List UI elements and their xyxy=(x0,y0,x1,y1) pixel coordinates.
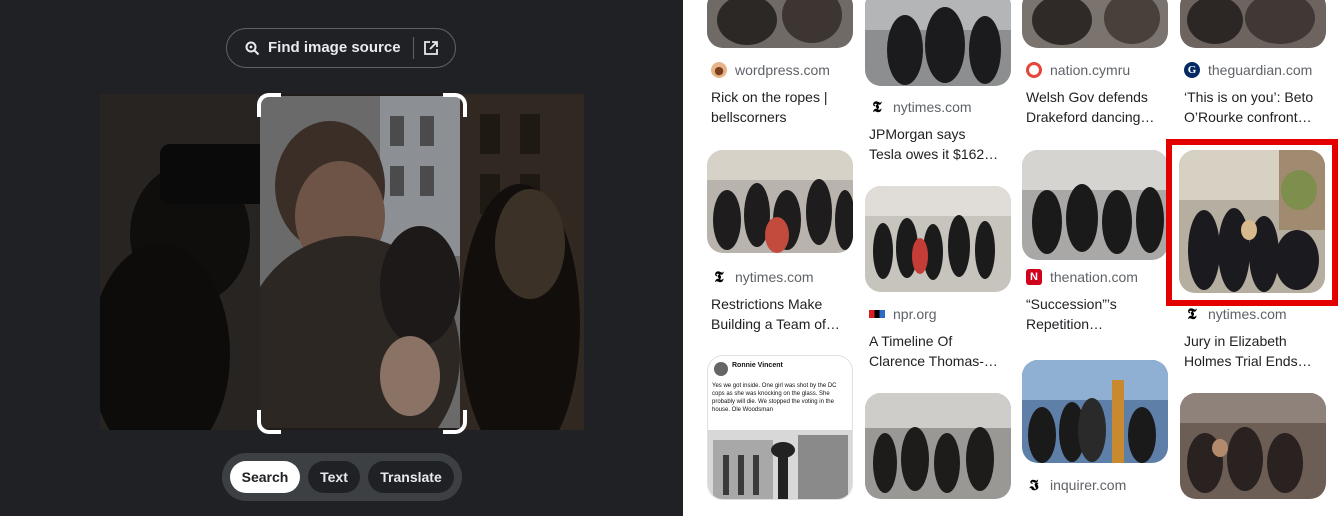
result-title[interactable]: “Succession”’s Repetition… xyxy=(1026,294,1174,334)
result-title[interactable]: A Timeline Of Clarence Thomas-… xyxy=(869,331,1017,371)
result-title[interactable]: Rick on the ropes | bellscorners xyxy=(711,87,859,127)
guardian-logo-icon: G xyxy=(1184,62,1200,78)
lens-panel: Find image source Search Text Translate xyxy=(0,0,683,516)
result-source[interactable]: 𝕴inquirer.com xyxy=(1026,476,1127,494)
crop-handle-top-right[interactable] xyxy=(443,93,467,117)
result-image xyxy=(865,0,1011,86)
nytimes-logo-icon: 𝕿 xyxy=(1187,305,1197,323)
divider xyxy=(413,37,414,59)
result-image xyxy=(1022,360,1168,463)
result-source-label: nation.cymru xyxy=(1050,62,1131,78)
find-image-source-button[interactable]: Find image source xyxy=(226,28,456,68)
result-thumbnail[interactable] xyxy=(707,150,853,253)
selected-region-art xyxy=(260,96,460,428)
result-image xyxy=(865,393,1011,499)
result-title[interactable]: ‘This is on you’: Beto O’Rourke confront… xyxy=(1184,87,1332,127)
result-image xyxy=(1022,150,1168,260)
nytimes-logo-icon: 𝕿 xyxy=(714,268,724,286)
wordpress-favicon-icon: ● xyxy=(711,62,727,78)
result-image xyxy=(1180,0,1326,48)
result-title-line: Drakeford dancing… xyxy=(1026,109,1155,125)
selected-region[interactable] xyxy=(260,96,460,428)
result-title-line: Clarence Thomas-… xyxy=(869,353,998,369)
result-image xyxy=(707,0,853,48)
result-thumbnail[interactable] xyxy=(1022,150,1168,260)
result-title-line: Restrictions Make xyxy=(711,296,823,312)
result-source-label: wordpress.com xyxy=(735,62,830,78)
selected-result-highlight xyxy=(1166,139,1338,306)
result-title[interactable]: Restrictions Make Building a Team of… xyxy=(711,294,859,334)
crop-handle-bottom-right[interactable] xyxy=(443,410,467,434)
crop-handle-top-left[interactable] xyxy=(257,93,281,117)
result-source-label: thenation.com xyxy=(1050,269,1138,285)
result-source[interactable]: ● wordpress.com xyxy=(711,62,830,78)
result-image xyxy=(707,150,853,253)
lens-search-icon xyxy=(245,41,260,56)
result-thumbnail[interactable]: Ronnie Vincent Yes we got inside. One gi… xyxy=(707,355,853,500)
nation-cymru-favicon-icon xyxy=(1026,62,1042,78)
tab-search-label: Search xyxy=(241,469,289,485)
result-source-label: theguardian.com xyxy=(1208,62,1313,78)
open-external-icon[interactable] xyxy=(423,40,439,56)
result-source-label: nytimes.com xyxy=(735,269,814,285)
result-thumbnail[interactable] xyxy=(1022,360,1168,463)
result-title-line: Building a Team of… xyxy=(711,316,840,332)
result-thumbnail[interactable] xyxy=(707,0,853,48)
result-source[interactable]: 𝕿nytimes.com xyxy=(1184,305,1287,323)
result-thumbnail[interactable] xyxy=(1180,393,1326,499)
result-title-line: JPMorgan says xyxy=(869,126,966,142)
result-thumbnail[interactable] xyxy=(865,393,1011,499)
result-title-line: ‘This is on you’: Beto xyxy=(1184,89,1314,105)
tab-search[interactable]: Search xyxy=(230,461,300,493)
result-title-line: Repetition… xyxy=(1026,316,1104,332)
result-source[interactable]: 𝕿nytimes.com xyxy=(869,98,972,116)
nytimes-logo-icon: 𝕿 xyxy=(872,98,882,116)
post-text: Yes we got inside. One girl was shot by … xyxy=(712,383,837,413)
result-title-line: Welsh Gov defends xyxy=(1026,89,1148,105)
result-title-line: A Timeline Of xyxy=(869,333,953,349)
npr-logo-icon xyxy=(869,310,885,318)
result-title-line: Jury in Elizabeth xyxy=(1184,333,1287,349)
result-source[interactable]: nation.cymru xyxy=(1026,62,1130,78)
post-photo xyxy=(708,430,852,499)
result-title[interactable]: JPMorgan says Tesla owes it $162… xyxy=(869,124,1017,164)
result-title-line: Tesla owes it $162… xyxy=(869,146,999,162)
result-thumbnail[interactable] xyxy=(865,186,1011,292)
tab-text[interactable]: Text xyxy=(308,461,360,493)
tab-translate[interactable]: Translate xyxy=(368,461,454,493)
result-source[interactable]: 𝕿nytimes.com xyxy=(711,268,814,286)
result-source-label: npr.org xyxy=(893,306,937,322)
result-image xyxy=(865,186,1011,292)
result-source-label: nytimes.com xyxy=(893,99,972,115)
tab-text-label: Text xyxy=(320,469,348,485)
result-title-line: “Succession”’s xyxy=(1026,296,1117,312)
result-source-label: inquirer.com xyxy=(1050,477,1127,493)
result-source-label: nytimes.com xyxy=(1208,306,1287,322)
result-title-line: O’Rourke confront… xyxy=(1184,109,1312,125)
result-title-line: Holmes Trial Ends… xyxy=(1184,353,1312,369)
lens-mode-tabs: Search Text Translate xyxy=(222,453,462,501)
thenation-logo-icon: N xyxy=(1026,269,1042,285)
result-source[interactable]: Nthenation.com xyxy=(1026,269,1138,285)
post-author: Ronnie Vincent xyxy=(732,362,783,369)
result-source[interactable]: Gtheguardian.com xyxy=(1184,62,1312,78)
tab-translate-label: Translate xyxy=(380,469,442,485)
result-title[interactable]: Jury in Elizabeth Holmes Trial Ends… xyxy=(1184,331,1332,371)
avatar xyxy=(714,362,728,376)
crop-handle-bottom-left[interactable] xyxy=(257,410,281,434)
result-source[interactable]: npr.org xyxy=(869,306,937,322)
inquirer-logo-icon: 𝕴 xyxy=(1029,476,1039,494)
result-title-line: Rick on the ropes | xyxy=(711,89,828,105)
result-image xyxy=(1180,393,1326,499)
result-image xyxy=(1022,0,1168,48)
result-thumbnail[interactable] xyxy=(1022,0,1168,48)
result-thumbnail[interactable] xyxy=(1180,0,1326,48)
result-title-line: bellscorners xyxy=(711,109,787,125)
result-thumbnail[interactable] xyxy=(865,0,1011,86)
result-title[interactable]: Welsh Gov defends Drakeford dancing… xyxy=(1026,87,1174,127)
find-image-source-label: Find image source xyxy=(268,39,401,56)
